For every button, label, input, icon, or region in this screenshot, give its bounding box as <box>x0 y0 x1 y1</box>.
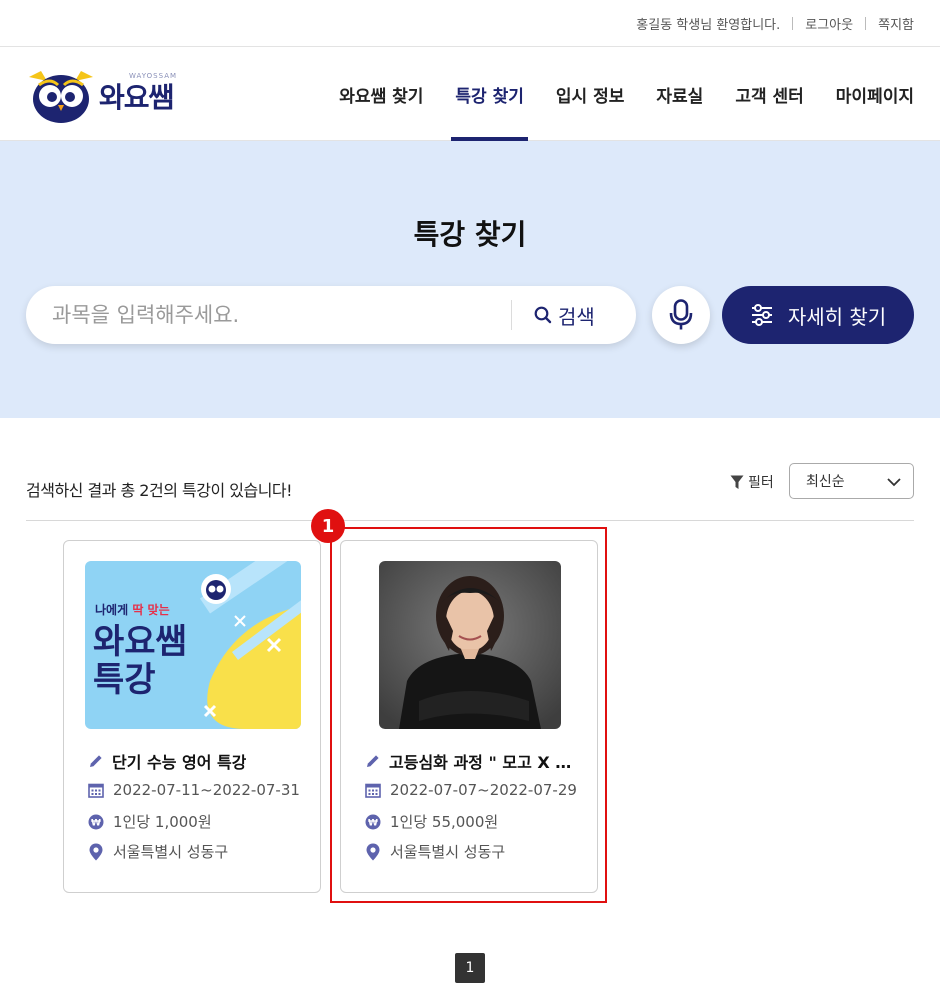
nav-item-find-lecture[interactable]: 특강 찾기 <box>451 47 529 141</box>
highlight-box <box>330 527 607 903</box>
funnel-icon <box>730 475 744 489</box>
location-pin-icon <box>89 843 103 860</box>
nav-item-customer-center[interactable]: 고객 센터 <box>735 47 803 141</box>
lecture-thumbnail-promo: 나에게 딱 맞는 와요쌤 특강 <box>85 561 301 729</box>
welcome-text: 홍길동 학생님 환영합니다. <box>636 18 781 33</box>
pencil-icon <box>90 755 102 767</box>
promo-banner: 나에게 딱 맞는 와요쌤 특강 <box>85 561 301 729</box>
lecture-date-text: 2022-07-11~2022-07-31 <box>113 781 300 799</box>
logout-link[interactable]: 로그아웃 <box>805 14 853 33</box>
search-hero: 특강 찾기 검색 자세히 찾기 <box>0 141 940 418</box>
lecture-title-text: 단기 수능 영어 특강 <box>112 753 247 772</box>
lecture-price: ₩ 1인당 1,000원 <box>88 811 212 832</box>
separator <box>792 17 794 30</box>
search-box: 검색 <box>26 286 636 344</box>
svg-text:₩: ₩ <box>91 818 101 828</box>
promo-line3: 특강 <box>93 660 156 700</box>
pagination-page-1[interactable]: 1 <box>455 953 485 983</box>
nav-item-mypage[interactable]: 마이페이지 <box>836 47 914 141</box>
lecture-date: 2022-07-11~2022-07-31 <box>88 781 300 799</box>
separator <box>865 17 867 30</box>
calendar-icon <box>88 783 104 798</box>
lecture-title: 단기 수능 영어 특강 <box>88 749 308 773</box>
results-divider <box>26 520 914 521</box>
logo-title: 와요쌤 <box>99 81 174 114</box>
detailed-search-button[interactable]: 자세히 찾기 <box>722 286 914 344</box>
utility-links: 홍길동 학생님 환영합니다. 로그아웃 쪽지함 <box>636 14 914 33</box>
detailed-search-label: 자세히 찾기 <box>787 304 887 329</box>
sliders-icon <box>751 304 772 326</box>
svg-text:나에게 딱 맞는: 나에게 딱 맞는 <box>95 602 170 617</box>
search-button[interactable]: 검색 <box>534 286 595 344</box>
won-icon: ₩ <box>88 814 104 829</box>
promo-line1-b: 딱 맞는 <box>132 602 169 617</box>
main-header: WAYOSSAM 와요쌤 와요쌤 찾기 특강 찾기 입시 정보 자료실 고객 센… <box>0 47 940 141</box>
nav-item-find-teacher[interactable]: 와요쌤 찾기 <box>339 47 423 141</box>
search-button-label: 검색 <box>558 304 595 329</box>
annotation-badge: 1 <box>311 509 345 543</box>
logo[interactable]: WAYOSSAM 와요쌤 <box>25 67 176 125</box>
nav-item-admission-info[interactable]: 입시 정보 <box>556 47 624 141</box>
nav-item-resources[interactable]: 자료실 <box>656 47 703 141</box>
sort-value: 최신순 <box>806 474 845 490</box>
lecture-location: 서울특별시 성동구 <box>88 841 228 862</box>
lecture-price-text: 1인당 1,000원 <box>113 813 212 831</box>
chevron-down-icon <box>887 478 901 487</box>
sort-select[interactable]: 최신순 <box>789 463 914 499</box>
result-count: 검색하신 결과 총 2건의 특강이 있습니다! <box>26 481 293 500</box>
filter-label: 필터 <box>748 475 774 491</box>
search-icon <box>534 306 552 324</box>
utility-bar: 홍길동 학생님 환영합니다. 로그아웃 쪽지함 <box>0 0 940 47</box>
promo-line1-a: 나에게 <box>95 602 132 617</box>
owl-logo-icon <box>29 71 93 123</box>
filter-button[interactable]: 필터 <box>730 472 774 492</box>
page-title: 특강 찾기 <box>413 218 527 251</box>
messages-link[interactable]: 쪽지함 <box>878 14 914 33</box>
logo-subtitle: WAYOSSAM <box>129 72 178 80</box>
voice-search-button[interactable] <box>652 286 710 344</box>
search-input[interactable] <box>52 286 522 344</box>
search-divider <box>511 300 512 330</box>
logo-text: WAYOSSAM 와요쌤 <box>99 72 176 116</box>
lecture-location-text: 서울특별시 성동구 <box>113 843 229 861</box>
microphone-icon <box>669 299 693 330</box>
promo-line2: 와요쌤 <box>93 622 187 662</box>
main-nav: 와요쌤 찾기 특강 찾기 입시 정보 자료실 고객 센터 마이페이지 <box>307 47 914 141</box>
lecture-card[interactable]: 나에게 딱 맞는 와요쌤 특강 단기 수능 영어 특강 2022-07-11~2… <box>63 540 321 893</box>
